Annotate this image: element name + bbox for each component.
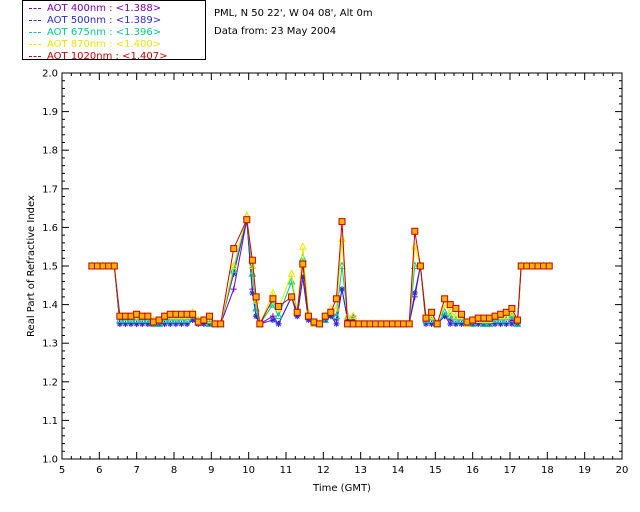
data-point <box>316 320 324 328</box>
y-tick-label: 1.4 <box>42 300 58 311</box>
x-tick-label: 13 <box>354 465 367 476</box>
data-point <box>433 320 441 328</box>
x-tick-label: 15 <box>429 465 442 476</box>
x-tick-label: 18 <box>541 465 554 476</box>
data-point <box>252 293 260 301</box>
series-line <box>91 215 550 326</box>
data-point <box>205 312 213 320</box>
series-aot-675nm <box>88 211 554 327</box>
x-tick-label: 11 <box>280 465 293 476</box>
data-point <box>508 320 515 327</box>
data-point <box>299 260 307 268</box>
data-point <box>508 304 516 312</box>
data-point <box>288 293 296 301</box>
data-point <box>457 310 465 318</box>
data-point <box>405 320 413 328</box>
x-tick-label: 6 <box>96 465 102 476</box>
data-point <box>327 308 335 316</box>
data-point <box>447 320 454 327</box>
series-line <box>91 219 550 326</box>
series-aot-500nm <box>88 216 553 327</box>
series-aot-1020nm <box>88 216 553 328</box>
x-tick-label: 7 <box>133 465 139 476</box>
data-point <box>545 262 553 270</box>
series-aot-400nm <box>88 216 553 327</box>
data-point <box>333 320 340 327</box>
x-tick-label: 17 <box>504 465 517 476</box>
y-tick-label: 2.0 <box>42 69 58 80</box>
series-line <box>91 215 550 326</box>
data-point <box>189 310 197 318</box>
data-point <box>269 295 277 303</box>
data-point <box>144 312 152 320</box>
data-point <box>540 262 548 270</box>
data-point <box>441 295 449 303</box>
series-line <box>91 219 550 325</box>
data-point <box>256 320 264 328</box>
series-line <box>91 217 550 326</box>
y-tick-label: 1.6 <box>42 223 58 234</box>
x-tick-label: 19 <box>578 465 591 476</box>
y-tick-label: 1.9 <box>42 107 58 118</box>
y-axis-label: Real Part of Refractive Index <box>26 195 37 337</box>
data-point <box>275 320 282 327</box>
data-point <box>217 320 225 328</box>
data-point <box>230 286 237 293</box>
data-point <box>230 245 238 253</box>
x-tick-label: 16 <box>466 465 479 476</box>
data-point <box>304 312 312 320</box>
data-point <box>416 262 424 270</box>
data-point <box>411 227 419 235</box>
data-point <box>338 218 346 226</box>
data-point <box>513 316 521 324</box>
x-tick-label: 8 <box>171 465 177 476</box>
data-point <box>523 262 531 270</box>
y-tick-label: 1.8 <box>42 146 58 157</box>
chart-marks <box>88 211 554 328</box>
data-point <box>452 304 460 312</box>
y-tick-label: 1.2 <box>42 377 58 388</box>
y-tick-label: 1.3 <box>42 339 58 350</box>
x-tick-label: 5 <box>59 465 65 476</box>
y-tick-label: 1.1 <box>42 416 58 427</box>
y-tick-label: 1.0 <box>42 455 58 466</box>
data-point <box>275 303 283 311</box>
data-point <box>243 216 251 224</box>
chart-canvas: 5 6 7 8 9 10 11 12 13 14 15 16 17 18 19 20 1.0 1.1 1.2 1.3 1… <box>26 69 628 495</box>
data-point <box>332 295 340 303</box>
data-point <box>105 262 113 270</box>
x-tick-label: 12 <box>317 465 330 476</box>
x-tick-label: 20 <box>616 465 629 476</box>
data-point <box>248 256 256 264</box>
x-axis-label: Time (GMT) <box>312 483 371 494</box>
data-point <box>293 308 301 316</box>
chart-axes: 5 6 7 8 9 10 11 12 13 14 15 16 17 18 19 20 1.0 1.1 1.2 1.3 1… <box>42 69 628 477</box>
series-aot-870nm <box>88 211 554 327</box>
x-tick-label: 10 <box>242 465 255 476</box>
x-tick-label: 9 <box>208 465 214 476</box>
data-point <box>428 308 436 316</box>
x-tick-label: 14 <box>392 465 405 476</box>
y-tick-label: 1.5 <box>42 262 58 273</box>
y-tick-label: 1.7 <box>42 184 58 195</box>
data-point <box>422 314 430 322</box>
data-point <box>269 317 276 324</box>
data-point <box>110 262 118 270</box>
